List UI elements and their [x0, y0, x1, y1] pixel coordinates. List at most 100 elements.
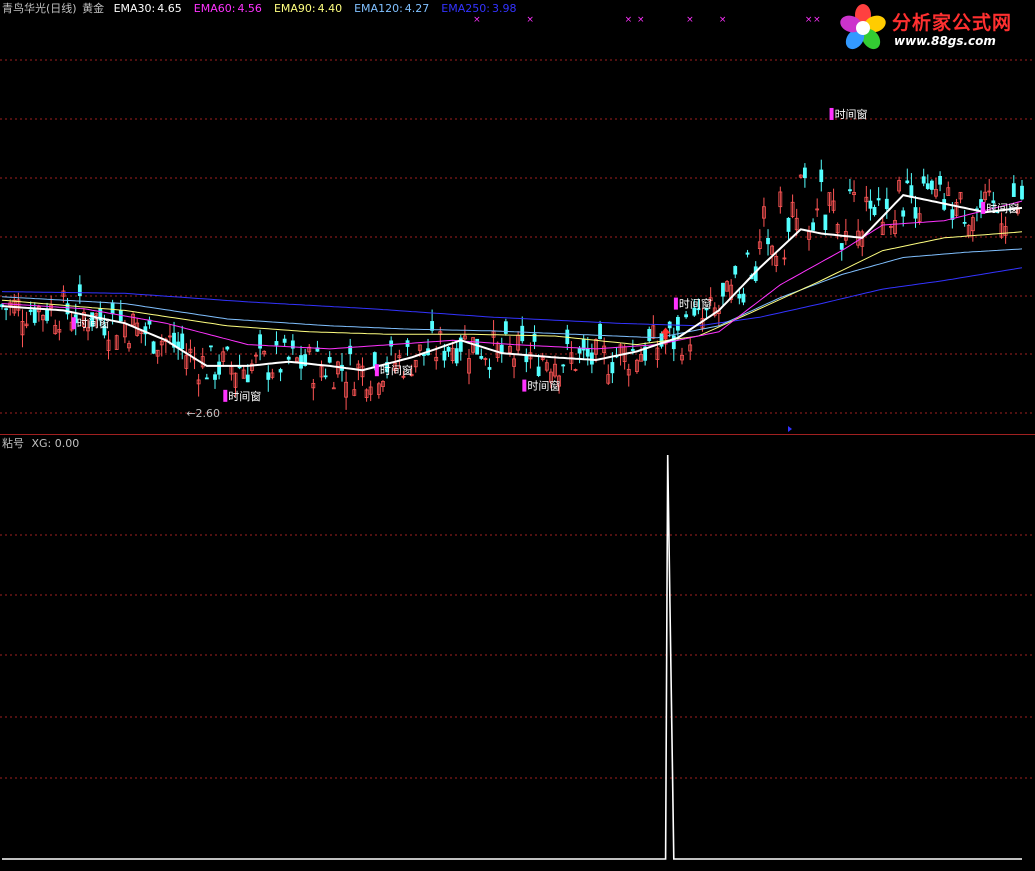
time-window-label: 时间窗 — [77, 316, 110, 330]
signal-cross-icon: × — [686, 15, 694, 25]
candle-body — [487, 367, 492, 370]
candle-body — [274, 341, 279, 346]
candle-body — [786, 217, 791, 232]
candle-body — [278, 369, 283, 373]
candle-body — [766, 237, 770, 245]
candle-body — [217, 361, 222, 375]
signal-cross-icon: × — [473, 15, 481, 25]
xg-chart — [0, 454, 1035, 860]
candle-body — [811, 222, 815, 231]
time-window-flag — [374, 364, 379, 377]
candle-body — [389, 340, 394, 347]
candle-body — [536, 366, 541, 376]
candle-body — [110, 302, 115, 315]
candle-body — [213, 374, 217, 380]
candle-body — [577, 348, 582, 354]
candle-body — [282, 338, 287, 343]
candle-body — [430, 321, 435, 331]
ema-line-ema250 — [1, 267, 1023, 327]
xg-line-xg — [2, 454, 1022, 860]
candle-body — [479, 356, 484, 359]
time-window-flag — [71, 317, 76, 330]
candle-body — [446, 346, 451, 352]
xg-line — [2, 454, 1022, 860]
candle-body — [884, 198, 889, 210]
candle-body — [925, 183, 930, 189]
candle-body — [676, 316, 680, 331]
candlesticks — [0, 159, 1024, 410]
candle-body — [180, 333, 185, 350]
candle-body — [151, 341, 156, 354]
candle-body — [1020, 185, 1024, 200]
candle-body — [561, 364, 566, 367]
xg-gridlines — [0, 534, 1035, 779]
time-window-flag — [981, 201, 986, 214]
ema-line-ema60 — [1, 200, 1023, 350]
candle-body — [745, 252, 750, 255]
candle-body — [647, 329, 652, 341]
candle-body — [4, 308, 8, 311]
candle-body — [721, 282, 725, 297]
candle-body — [737, 294, 742, 299]
candle-body — [839, 243, 844, 250]
time-window-flag — [522, 379, 527, 392]
candle-body — [733, 266, 738, 275]
candle-body — [204, 377, 209, 380]
time-window-label: 时间窗 — [835, 107, 868, 121]
candle-body — [77, 284, 82, 297]
price-chart: 时间窗时间窗时间窗时间窗时间窗时间窗时间窗←2.60× × × × × × × × — [0, 15, 1035, 432]
candle-body — [225, 346, 230, 350]
candle-body — [258, 334, 262, 349]
candle-body — [45, 308, 49, 321]
signal-cross-icon: × — [526, 15, 534, 25]
time-window-flag — [829, 107, 834, 120]
candle-body — [921, 176, 926, 184]
candle-body — [331, 387, 336, 390]
candle-body — [913, 207, 918, 219]
candle-body — [524, 355, 529, 363]
candle-body — [823, 214, 828, 230]
scroll-marker-icon — [788, 426, 792, 432]
candle-body — [585, 348, 590, 357]
candle-body — [245, 374, 250, 383]
min-price-label: ←2.60 — [186, 407, 220, 420]
candle-body — [266, 372, 271, 380]
time-window-flag — [223, 389, 228, 402]
candle-body — [1011, 183, 1016, 197]
candle-body — [905, 180, 910, 184]
signal-cross-icon: × — [719, 15, 727, 25]
signal-cross-icon: × — [813, 15, 821, 25]
signal-cross-icon: × — [805, 15, 813, 25]
time-window-label: 时间窗 — [527, 379, 560, 393]
time-window-label: 时间窗 — [380, 363, 413, 377]
candle-body — [589, 352, 594, 365]
candle-body — [598, 323, 602, 340]
candle-body — [872, 206, 877, 216]
candle-body — [327, 357, 332, 363]
time-window-label: 时间窗 — [986, 201, 1019, 215]
candle-body — [868, 200, 873, 209]
candle-body — [962, 222, 967, 224]
candle-body — [901, 210, 906, 217]
time-window-label: 时间窗 — [228, 389, 261, 403]
candle-body — [286, 356, 291, 360]
time-window-flag — [673, 297, 678, 310]
time-window-label: 时间窗 — [679, 297, 712, 311]
candle-body — [684, 314, 688, 318]
ema-line-ema120 — [1, 248, 1023, 339]
candle-body — [741, 293, 746, 303]
candle-body — [32, 307, 37, 323]
candle-body — [802, 167, 807, 179]
ema-line-ema90 — [1, 231, 1023, 346]
candle-body — [520, 325, 525, 342]
candle-body — [323, 375, 328, 378]
candle-body — [454, 348, 459, 364]
signal-cross-icon: × — [637, 15, 645, 25]
candle-body — [442, 350, 447, 361]
candle-body — [929, 180, 934, 190]
signal-cross-icon: × — [625, 15, 633, 25]
candle-body — [848, 189, 852, 192]
candle-body — [876, 198, 881, 201]
candle-body — [938, 175, 942, 185]
candle-body — [28, 309, 33, 312]
